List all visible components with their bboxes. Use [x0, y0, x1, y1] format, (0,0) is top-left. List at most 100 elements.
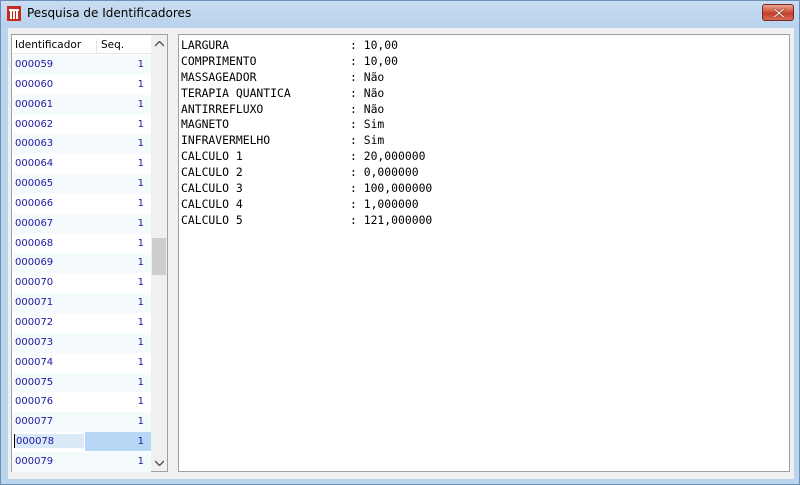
- detail-value: : 0,000000: [350, 165, 419, 180]
- seq-cell: 1: [137, 59, 144, 70]
- identifier-cell: 000071: [15, 297, 54, 309]
- list-item[interactable]: 000066 1: [12, 193, 151, 214]
- list-item[interactable]: 000072 1: [12, 312, 151, 333]
- list-item[interactable]: 000060 1: [12, 74, 151, 95]
- detail-line: COMPRIMENTO : 10,00: [181, 54, 432, 70]
- list-item[interactable]: 000070 1: [12, 273, 151, 294]
- seq-cell: 1: [137, 197, 144, 209]
- identifier-cell: 000077: [15, 416, 54, 428]
- vertical-scrollbar[interactable]: [151, 35, 167, 471]
- list-item[interactable]: 000071 1: [12, 293, 151, 313]
- seq-cell: 1: [137, 98, 144, 110]
- list-item[interactable]: 000077 1: [12, 412, 151, 433]
- identifier-cell: 000079: [15, 455, 54, 467]
- identifier-cell: 000075: [15, 376, 54, 388]
- detail-key: CALCULO 5: [181, 212, 243, 227]
- detail-value: : 20,000000: [350, 149, 426, 164]
- column-header-identificador[interactable]: Identificador: [15, 39, 97, 54]
- list-item[interactable]: 000068 1: [12, 233, 151, 254]
- identifier-cell: 000078: [14, 434, 84, 449]
- list-item[interactable]: 000062 1: [12, 114, 151, 135]
- detail-line: CALCULO 5 : 121,000000: [181, 213, 432, 229]
- scroll-down-arrow-icon[interactable]: [151, 454, 167, 471]
- detail-line: ANTIRREFLUXO : Não: [181, 102, 432, 118]
- identifier-cell: 000063: [15, 138, 54, 150]
- identifier-cell: 000072: [15, 316, 54, 328]
- seq-cell: 1: [137, 297, 144, 309]
- detail-key: MASSAGEADOR: [181, 69, 257, 84]
- identifier-cell: 000059: [15, 59, 54, 70]
- identifier-cell: 000066: [15, 197, 54, 209]
- seq-cell: 1: [137, 257, 144, 269]
- seq-cell: 1: [137, 376, 144, 388]
- list-item[interactable]: 000059 1: [12, 55, 151, 75]
- identifier-cell: 000060: [15, 78, 54, 90]
- seq-cell: 1: [137, 455, 144, 467]
- list-item[interactable]: 000064 1: [12, 154, 151, 175]
- window-title: Pesquisa de Identificadores: [27, 6, 192, 20]
- scroll-up-arrow-icon[interactable]: [151, 35, 167, 52]
- seq-cell: 1: [137, 416, 144, 428]
- column-header-seq[interactable]: Seq.: [101, 39, 149, 54]
- identifier-cell: 000074: [15, 356, 54, 368]
- list-item[interactable]: 000067 1: [12, 213, 151, 234]
- seq-cell: 1: [137, 237, 144, 249]
- list-item[interactable]: 000074 1: [12, 352, 151, 373]
- identifier-cell: 000067: [15, 217, 54, 229]
- detail-value: : 10,00: [350, 53, 399, 68]
- identifier-cell: 000061: [15, 98, 54, 110]
- seq-cell: 1: [137, 138, 144, 150]
- app-logo-icon: [7, 6, 21, 21]
- detail-value: : Sim: [350, 133, 385, 148]
- detail-text: LARGURA : 10,00 COMPRIMENTO : 10,00 MASSAGEA…: [181, 38, 432, 229]
- list-item[interactable]: 000061 1: [12, 94, 151, 115]
- detail-line: CALCULO 1 : 20,000000: [181, 149, 432, 165]
- seq-cell: 1: [137, 277, 144, 289]
- list-item[interactable]: 000079 1: [12, 451, 151, 472]
- detail-value: : Não: [350, 85, 385, 100]
- identifier-list[interactable]: Identificador Seq. 000059 1 000060 1 000061 1…: [11, 34, 168, 472]
- seq-cell: 1: [137, 118, 144, 130]
- list-item[interactable]: 000069 1: [12, 253, 151, 274]
- list-item[interactable]: 000065 1: [12, 174, 151, 194]
- detail-key: TERAPIA QUANTICA: [181, 85, 291, 100]
- window: Pesquisa de Identificadores Identificado…: [0, 0, 800, 485]
- detail-key: ANTIRREFLUXO: [181, 101, 264, 116]
- identifier-cell: 000064: [15, 158, 54, 170]
- seq-cell: 1: [137, 316, 144, 328]
- detail-line: TERAPIA QUANTICA : Não: [181, 86, 432, 102]
- list-item-selected[interactable]: 000078 1: [12, 432, 151, 452]
- detail-line: MASSAGEADOR: Não: [181, 70, 432, 86]
- detail-value: : 1,000000: [350, 196, 419, 211]
- detail-value: : Não: [350, 101, 385, 116]
- list-item[interactable]: 000075 1: [12, 372, 151, 393]
- window-client-area: Identificador Seq. 000059 1 000060 1 000061 1…: [8, 28, 794, 479]
- detail-value: : 100,000000: [350, 181, 433, 196]
- close-button[interactable]: [762, 4, 794, 21]
- list-item[interactable]: 000063 1: [12, 134, 151, 155]
- seq-cell: 1: [137, 356, 144, 368]
- detail-key: CALCULO 2: [181, 165, 243, 180]
- seq-cell: 1: [137, 158, 144, 170]
- detail-line: MAGNETO: Sim: [181, 117, 432, 133]
- detail-line: CALCULO 2 : 0,000000: [181, 165, 432, 181]
- detail-key: CALCULO 1: [181, 149, 243, 164]
- scrollbar-thumb[interactable]: [152, 238, 166, 275]
- list-item[interactable]: 000076 1: [12, 392, 151, 413]
- seq-cell: 1: [137, 78, 144, 90]
- detail-line: INFRAVERMELHO: Sim: [181, 133, 432, 149]
- detail-key: COMPRIMENTO: [181, 53, 257, 68]
- seq-cell: 1: [137, 217, 144, 229]
- detail-key: LARGURA: [181, 38, 230, 52]
- list-rows: 000059 1 000060 1 000061 1 000062 1 000063 1 00006…: [12, 55, 151, 472]
- detail-panel: LARGURA : 10,00 COMPRIMENTO : 10,00 MASSAGEA…: [178, 34, 790, 472]
- list-header: Identificador Seq.: [12, 35, 151, 54]
- seq-cell: 1: [137, 436, 144, 448]
- identifier-cell: 000069: [15, 257, 54, 269]
- detail-value: : 121,000000: [350, 212, 433, 227]
- list-item[interactable]: 000073 1: [12, 332, 151, 353]
- close-icon: [773, 8, 785, 18]
- detail-key: CALCULO 3: [181, 181, 243, 196]
- title-bar[interactable]: Pesquisa de Identificadores: [1, 1, 799, 27]
- detail-value: : Sim: [350, 117, 385, 132]
